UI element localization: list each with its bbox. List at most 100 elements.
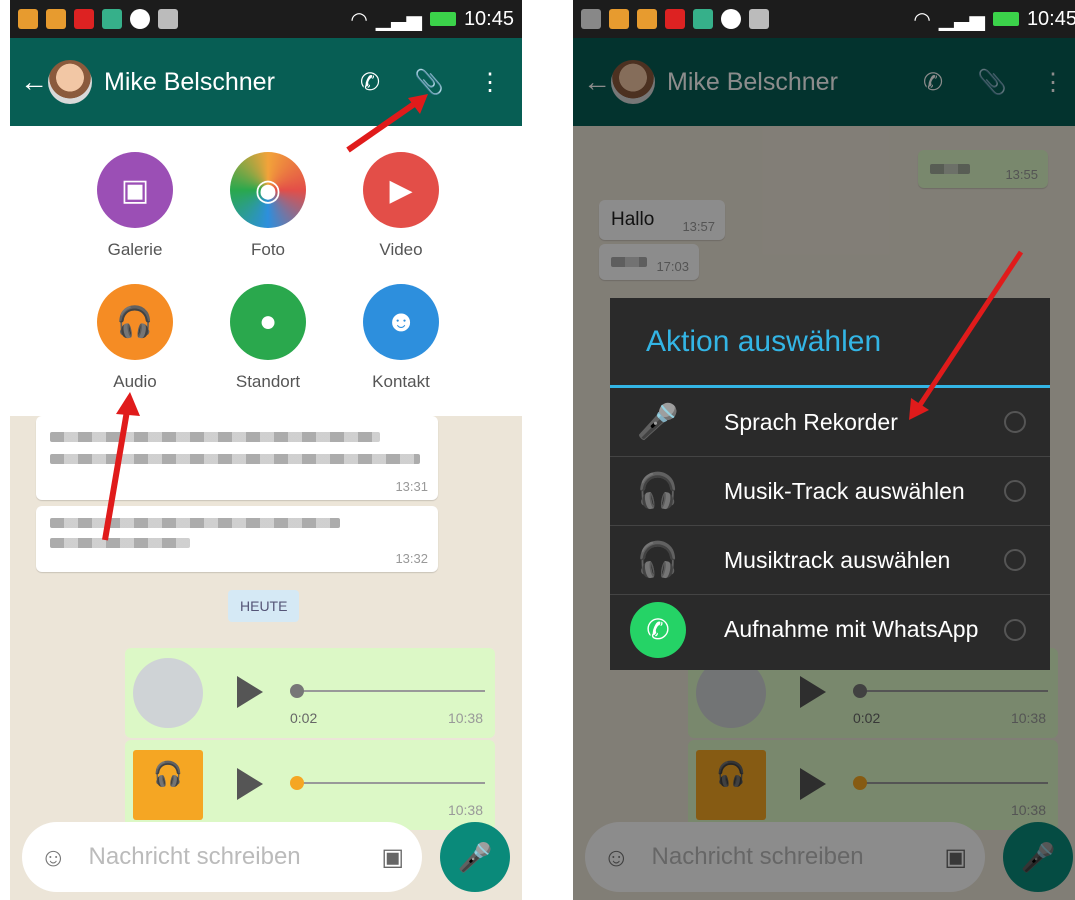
headphones-icon: 🎧 [133,750,203,820]
voice-time: 10:38 [447,710,483,726]
headphones-icon: 🎧 [636,541,680,579]
message-time: 13:32 [395,551,428,566]
video-icon: ▶ [363,152,439,228]
camera-icon: ◉ [230,152,306,228]
attach-option-foto[interactable]: ◉ Foto [213,152,323,260]
status-bar: ◠ ▁▃▅ 10:45 [573,0,1075,38]
signal-icon: ▁▃▅ [375,8,422,31]
attach-option-audio[interactable]: 🎧 Audio [80,284,190,392]
message-bubble[interactable]: 13:32 [36,506,438,572]
option-label: Aufnahme mit WhatsApp [724,616,979,642]
option-label: Musik-Track auswählen [724,477,965,504]
audio-progress-track[interactable] [295,690,485,692]
signal-icon: ▁▃▅ [938,8,985,31]
option-aufnahme-whatsapp[interactable]: ✆ Aufnahme mit WhatsApp [610,595,1050,664]
attach-label: Foto [250,240,286,259]
message-time: 13:31 [395,479,428,494]
app-icon [637,9,657,29]
voice-time: 10:38 [447,802,483,818]
whatsapp-logo: ✆ [630,601,686,658]
play-icon[interactable] [237,676,263,708]
date-chip: HEUTE [228,590,300,622]
blurred-text [50,454,420,464]
attach-label: Standort [235,372,301,391]
attach-option-galerie[interactable]: ▣ Galerie [80,152,190,260]
attach-option-video[interactable]: ▶ Video [346,152,456,260]
phone-icon[interactable]: ✆ [360,68,380,97]
attach-option-kontakt[interactable]: ☻ Kontakt [346,284,456,392]
radio-button[interactable] [1004,549,1026,571]
blurred-text [50,432,380,442]
status-bar: ◠ ▁▃▅ 10:45 [10,0,522,38]
image-icon [581,9,601,29]
camera-icon[interactable]: ▣ [381,843,404,872]
voice-duration: 0:02 [290,710,318,726]
audio-progress-knob[interactable] [290,684,304,698]
status-time: 10:45 [463,7,514,30]
attach-option-standort[interactable]: ● Standort [213,284,323,392]
contact-icon: ☻ [363,284,439,360]
audio-progress-track[interactable] [295,782,485,784]
chat-icon [130,9,150,29]
gallery-icon: ▣ [97,152,173,228]
clipboard-icon [749,9,769,29]
option-sprach-rekorder[interactable]: 🎤 Sprach Rekorder [610,388,1050,457]
radio-button[interactable] [1004,480,1026,502]
chat-header: ← Mike Belschner ✆ 📎 ⋮ [10,38,522,126]
shield-icon [693,9,713,29]
radio-button[interactable] [1004,411,1026,433]
contact-name[interactable]: Mike Belschner [104,68,360,97]
dialog-title: Aktion auswählen [610,298,1050,388]
attach-label: Galerie [107,240,163,259]
headphones-icon: 🎧 [636,472,680,510]
chat-icon [721,9,741,29]
paperclip-icon[interactable]: 📎 [414,68,444,97]
blurred-text [50,538,190,548]
more-options-icon[interactable]: ⋮ [478,68,502,97]
app-icon [46,9,66,29]
option-label: Sprach Rekorder [724,408,898,435]
wifi-icon: ◠ [350,8,368,31]
radio-button[interactable] [1004,618,1026,641]
notification-icons [581,9,769,29]
message-bubble[interactable]: 13:31 [36,416,438,500]
sender-avatar [133,658,203,728]
audio-progress-knob[interactable] [290,776,304,790]
voice-message[interactable]: 0:02 10:38 [125,648,495,738]
left-phone-screen: ◠ ▁▃▅ 10:45 ← Mike Belschner ✆ 📎 ⋮ 13:31… [10,0,522,900]
message-input[interactable]: Nachricht schreiben [89,843,382,871]
attach-label: Kontakt [372,372,430,391]
battery-icon [429,12,456,26]
whatsapp-icon: ✆ [628,600,688,660]
action-dialog: Aktion auswählen 🎤 Sprach Rekorder 🎧 Mus… [610,298,1050,670]
location-icon: ● [230,284,306,360]
emoji-icon[interactable]: ☺ [40,842,67,873]
attach-label: Audio [113,372,157,391]
headphones-icon: 🎧 [97,284,173,360]
notification-icons [18,9,178,29]
option-label: Musiktrack auswählen [724,546,951,573]
back-arrow-icon[interactable]: ← [20,66,48,98]
right-phone-screen: ◠ ▁▃▅ 10:45 ← Mike Belschner ✆ 📎 ⋮ 13:55… [573,0,1075,900]
app-icon [609,9,629,29]
contact-avatar[interactable] [48,60,92,104]
shield-icon [102,9,122,29]
clipboard-icon [158,9,178,29]
youtube-icon [665,9,685,29]
youtube-icon [74,9,94,29]
attachment-panel: ▣ Galerie ◉ Foto ▶ Video 🎧 Audio ● Stand… [10,126,522,416]
option-musik-track[interactable]: 🎧 Musik-Track auswählen [610,457,1050,526]
microphone-icon: 🎤 [457,841,493,873]
battery-icon [992,12,1019,26]
option-musiktrack[interactable]: 🎧 Musiktrack auswählen [610,526,1050,595]
status-time: 10:45 [1026,7,1075,30]
message-input-bar[interactable]: ☺ Nachricht schreiben ▣ [22,822,422,892]
attach-label: Video [379,240,423,259]
blurred-text [50,518,340,528]
microphone-button[interactable]: 🎤 [440,822,510,892]
app-icon [18,9,38,29]
voice-message[interactable]: 🎧 10:38 [125,740,495,830]
microphone-icon: 🎤 [636,403,680,441]
play-icon[interactable] [237,768,263,800]
wifi-icon: ◠ [913,8,931,31]
